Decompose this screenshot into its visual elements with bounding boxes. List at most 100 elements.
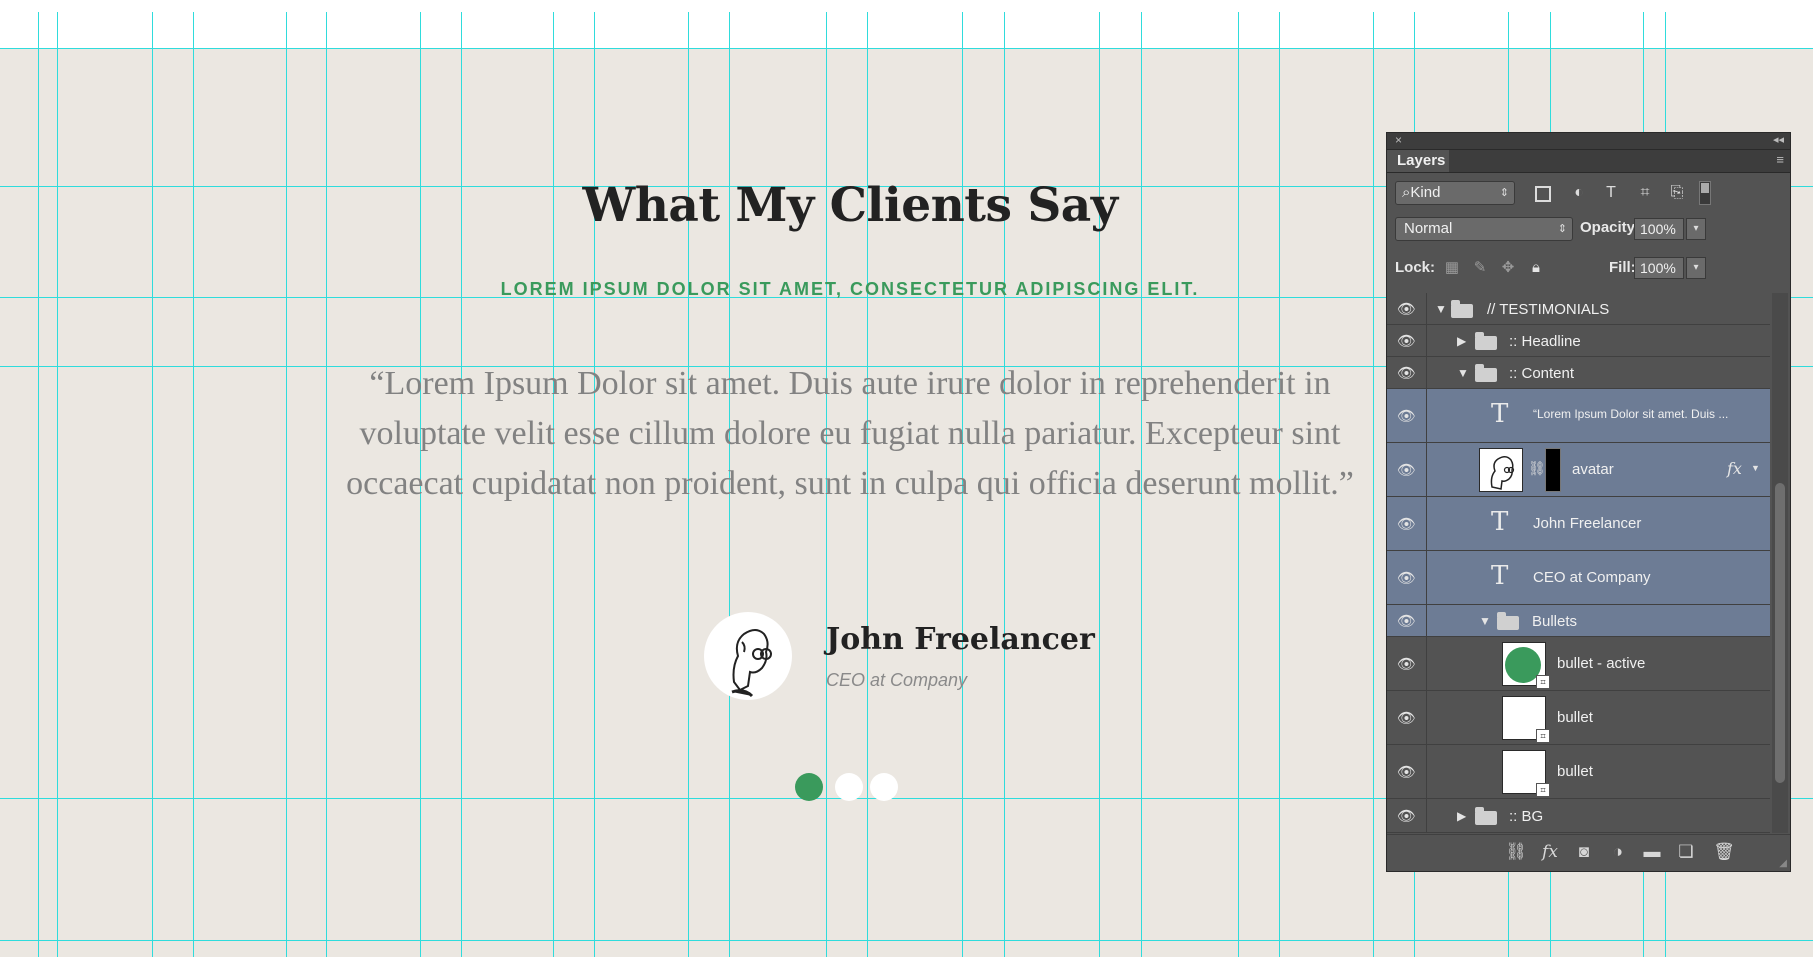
layer-row-bullets[interactable]: 👁︎ ▼ Bullets bbox=[1387, 605, 1770, 637]
filter-row: ⌕Kind ⇕ ◐ T ⌗ ⎘ bbox=[1387, 179, 1790, 211]
add-mask-icon[interactable]: ◙ bbox=[1573, 841, 1595, 863]
layer-row-role-text[interactable]: 👁︎ T CEO at Company bbox=[1387, 551, 1770, 605]
fill-dropdown-icon[interactable]: ▾ bbox=[1686, 257, 1706, 279]
layer-row-bullet-active[interactable]: 👁︎ ⌗ bullet - active bbox=[1387, 637, 1770, 691]
folder-icon bbox=[1475, 364, 1497, 382]
visibility-toggle[interactable]: 👁︎ bbox=[1387, 443, 1427, 496]
layer-mask-thumbnail[interactable] bbox=[1545, 448, 1561, 492]
slider-bullet[interactable] bbox=[835, 773, 863, 801]
fx-icon[interactable]: fx bbox=[1727, 459, 1742, 478]
trash-icon[interactable]: 🗑︎ bbox=[1713, 841, 1735, 863]
layer-row-avatar[interactable]: 👁︎ ⛓ avatar fx ▼ bbox=[1387, 443, 1770, 497]
vertical-guide bbox=[57, 12, 58, 957]
smart-object-filter-icon[interactable]: ⎘ bbox=[1667, 183, 1687, 203]
eye-icon: 👁︎ bbox=[1396, 612, 1417, 630]
shape-layer-icon: ⌗ bbox=[1536, 783, 1550, 797]
layer-name: :: Content bbox=[1509, 365, 1575, 382]
layer-row-testimonials[interactable]: 👁︎ ▼ // TESTIMONIALS bbox=[1387, 293, 1770, 325]
opacity-field[interactable]: 100% bbox=[1634, 218, 1684, 240]
visibility-toggle[interactable]: 👁︎ bbox=[1387, 799, 1427, 832]
visibility-toggle[interactable]: 👁︎ bbox=[1387, 357, 1427, 388]
horizontal-guide bbox=[0, 48, 1813, 49]
panel-titlebar: × ◂◂ bbox=[1387, 133, 1790, 150]
close-panel-icon[interactable]: × bbox=[1395, 133, 1402, 147]
lock-paint-icon[interactable]: ✎ bbox=[1471, 259, 1489, 277]
layer-style-fx-icon[interactable]: fx bbox=[1539, 841, 1561, 863]
lock-position-icon[interactable]: ✥ bbox=[1499, 259, 1517, 277]
folder-icon bbox=[1475, 332, 1497, 350]
text-layer-icon: T bbox=[1491, 507, 1509, 537]
panel-menu-icon[interactable]: ≡ bbox=[1776, 152, 1784, 167]
layer-row-bullet[interactable]: 👁︎ ⌗ bullet bbox=[1387, 745, 1770, 799]
client-role: CEO at Company bbox=[826, 670, 968, 690]
layer-row-quote-text[interactable]: 👁︎ T “Lorem Ipsum Dolor sit amet. Duis .… bbox=[1387, 389, 1770, 443]
client-avatar bbox=[704, 612, 792, 700]
visibility-toggle[interactable]: 👁︎ bbox=[1387, 691, 1427, 744]
shape-filter-icon[interactable]: ⌗ bbox=[1635, 183, 1655, 203]
layer-row-content[interactable]: 👁︎ ▼ :: Content bbox=[1387, 357, 1770, 389]
tab-layers[interactable]: Layers bbox=[1387, 150, 1449, 172]
visibility-toggle[interactable]: 👁︎ bbox=[1387, 745, 1427, 798]
layer-row-bullet[interactable]: 👁︎ ⌗ bullet bbox=[1387, 691, 1770, 745]
slider-bullet[interactable] bbox=[870, 773, 898, 801]
link-layers-icon[interactable]: ⛓ bbox=[1505, 841, 1527, 863]
filter-kind-select[interactable]: ⌕Kind ⇕ bbox=[1395, 181, 1515, 205]
visibility-toggle[interactable]: 👁︎ bbox=[1387, 551, 1427, 604]
panel-tab-bar: Layers ≡ bbox=[1387, 150, 1790, 173]
effects-dropdown-icon[interactable]: ▼ bbox=[1751, 463, 1760, 473]
eye-icon: 👁︎ bbox=[1396, 332, 1417, 350]
layers-scrollbar[interactable] bbox=[1772, 293, 1788, 833]
scrollbar-thumb[interactable] bbox=[1775, 483, 1785, 783]
collapse-panel-icon[interactable]: ◂◂ bbox=[1773, 133, 1784, 146]
eye-icon: 👁︎ bbox=[1396, 407, 1417, 425]
layer-name: John Freelancer bbox=[1533, 515, 1642, 532]
visibility-toggle[interactable]: 👁︎ bbox=[1387, 293, 1427, 324]
eye-icon: 👁︎ bbox=[1396, 655, 1417, 673]
collapse-triangle-icon[interactable]: ▶ bbox=[1457, 334, 1466, 348]
adjustment-filter-icon[interactable]: ◐ bbox=[1569, 183, 1589, 203]
new-group-icon[interactable]: ▬ bbox=[1641, 841, 1663, 863]
filter-toggle-switch[interactable] bbox=[1699, 181, 1711, 205]
expand-triangle-icon[interactable]: ▼ bbox=[1479, 614, 1491, 628]
layers-list: 👁︎ ▼ // TESTIMONIALS 👁︎ ▶ :: Headline 👁︎… bbox=[1387, 293, 1770, 833]
slider-bullet-active[interactable] bbox=[795, 773, 823, 801]
vertical-guide bbox=[38, 12, 39, 957]
visibility-toggle[interactable]: 👁︎ bbox=[1387, 605, 1427, 636]
collapse-triangle-icon[interactable]: ▶ bbox=[1457, 809, 1466, 823]
blend-mode-select[interactable]: Normal ⇕ bbox=[1395, 217, 1573, 241]
resize-grip-icon[interactable]: ◢ bbox=[1779, 858, 1787, 869]
new-layer-icon[interactable]: ❏ bbox=[1675, 841, 1697, 863]
layer-row-bg[interactable]: 👁︎ ▶ :: BG bbox=[1387, 799, 1770, 833]
filter-kind-label: Kind bbox=[1410, 184, 1441, 201]
mask-link-icon[interactable]: ⛓ bbox=[1528, 460, 1546, 477]
layer-name: :: BG bbox=[1509, 808, 1544, 825]
expand-triangle-icon[interactable]: ▼ bbox=[1457, 366, 1469, 380]
layer-name: bullet - active bbox=[1557, 655, 1646, 672]
layer-name: // TESTIMONIALS bbox=[1487, 301, 1610, 318]
layer-name: Bullets bbox=[1532, 613, 1578, 630]
lock-label: Lock: bbox=[1395, 259, 1436, 276]
layer-row-name-text[interactable]: 👁︎ T John Freelancer bbox=[1387, 497, 1770, 551]
layer-row-headline[interactable]: 👁︎ ▶ :: Headline bbox=[1387, 325, 1770, 357]
eye-icon: 👁︎ bbox=[1396, 461, 1417, 479]
opacity-dropdown-icon[interactable]: ▾ bbox=[1686, 218, 1706, 240]
expand-triangle-icon[interactable]: ▼ bbox=[1435, 302, 1447, 316]
panel-bottom-toolbar: ⛓ fx ◙ ◑ ▬ ❏ 🗑︎ ◢ bbox=[1387, 834, 1790, 871]
visibility-toggle[interactable]: 👁︎ bbox=[1387, 497, 1427, 550]
lock-transparency-icon[interactable]: ▦ bbox=[1443, 259, 1461, 277]
visibility-toggle[interactable]: 👁︎ bbox=[1387, 389, 1427, 442]
new-adjustment-layer-icon[interactable]: ◑ bbox=[1607, 841, 1629, 863]
pixel-filter-icon[interactable] bbox=[1535, 186, 1551, 202]
layer-name: bullet bbox=[1557, 709, 1593, 726]
type-filter-icon[interactable]: T bbox=[1601, 183, 1621, 203]
vertical-guide bbox=[152, 12, 153, 957]
text-layer-icon: T bbox=[1491, 561, 1509, 591]
opacity-label: Opacity: bbox=[1580, 219, 1641, 236]
eye-icon: 👁︎ bbox=[1396, 364, 1417, 382]
visibility-toggle[interactable]: 👁︎ bbox=[1387, 325, 1427, 356]
lock-all-icon[interactable]: 🔒︎ bbox=[1527, 259, 1545, 277]
eye-icon: 👁︎ bbox=[1396, 515, 1417, 533]
visibility-toggle[interactable]: 👁︎ bbox=[1387, 637, 1427, 690]
fill-field[interactable]: 100% bbox=[1634, 257, 1684, 279]
horizontal-guide bbox=[0, 940, 1813, 941]
